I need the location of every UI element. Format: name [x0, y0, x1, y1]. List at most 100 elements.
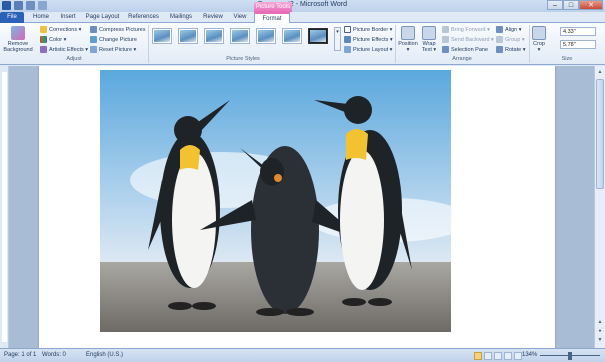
tab-review[interactable]: Review: [201, 12, 225, 23]
rotate-button[interactable]: Rotate ▾: [496, 46, 526, 53]
ribbon-tabs: File Home Insert Page Layout References …: [0, 12, 605, 23]
tab-home[interactable]: Home: [30, 12, 52, 23]
tab-mailings[interactable]: Mailings: [167, 12, 195, 23]
close-button[interactable]: ✕: [579, 0, 603, 10]
change-picture-label: Change Picture: [99, 36, 137, 43]
change-picture-button[interactable]: Change Picture: [90, 36, 137, 43]
remove-background-icon: [11, 26, 25, 40]
reset-picture-label: Reset Picture ▾: [99, 46, 137, 53]
height-field[interactable]: 4.33": [560, 27, 596, 36]
picture-style-2[interactable]: [178, 28, 198, 44]
send-backward-label: Send Backward ▾: [451, 36, 494, 43]
remove-background-button[interactable]: Remove Background: [2, 26, 34, 53]
zoom-slider-handle[interactable]: [568, 352, 572, 360]
rotate-label: Rotate ▾: [505, 46, 526, 53]
picture-border-button[interactable]: Picture Border ▾: [344, 26, 392, 33]
zoom-level[interactable]: 134%: [522, 352, 537, 358]
send-backward-icon: [442, 36, 449, 43]
corrections-button[interactable]: Corrections ▾: [40, 26, 81, 33]
tab-view[interactable]: View: [230, 12, 250, 23]
color-palette-icon: [40, 36, 47, 43]
color-button[interactable]: Color ▾: [40, 36, 66, 43]
size-group-label: Size: [561, 56, 573, 62]
arrange-group-label: Arrange: [452, 56, 472, 62]
outline-view-icon[interactable]: [504, 352, 512, 360]
position-button[interactable]: Position ▾: [397, 26, 419, 53]
picture-style-3[interactable]: [204, 28, 224, 44]
picture-style-5[interactable]: [256, 28, 276, 44]
crop-button[interactable]: Crop ▾: [531, 26, 547, 53]
rotate-icon: [496, 46, 503, 53]
document-page[interactable]: [39, 66, 555, 348]
wrap-text-label: Wrap Text ▾: [421, 41, 437, 53]
picture-border-icon: [344, 26, 351, 33]
width-icon: [551, 41, 558, 48]
height-icon: [551, 28, 558, 35]
bring-forward-button[interactable]: Bring Forward ▾: [442, 26, 490, 33]
selection-pane-label: Selection Pane: [451, 46, 488, 53]
bring-forward-icon: [442, 26, 449, 33]
web-layout-view-icon[interactable]: [494, 352, 502, 360]
penguins-picture[interactable]: [100, 70, 451, 332]
vertical-scrollbar[interactable]: ▲ ▲ ● ▼: [594, 66, 605, 348]
vertical-ruler: [0, 66, 9, 348]
maximize-button[interactable]: □: [563, 0, 579, 10]
print-layout-view-icon[interactable]: [474, 352, 482, 360]
wrap-text-icon: [422, 26, 436, 40]
adjust-group-label: Adjust: [66, 56, 82, 62]
status-bar: Page: 1 of 1 Words: 0 English (U.S.) 134…: [0, 348, 605, 362]
position-label: Position ▾: [398, 41, 418, 53]
sun-icon: [40, 26, 47, 33]
browse-object-icon[interactable]: ●: [596, 327, 604, 335]
picture-style-4[interactable]: [230, 28, 250, 44]
ruler-track: [2, 72, 7, 342]
send-backward-button[interactable]: Send Backward ▾: [442, 36, 494, 43]
title-bar: Document2 - Microsoft Word Picture Tools…: [0, 0, 605, 12]
compress-pictures-button[interactable]: Compress Pictures: [90, 26, 145, 33]
tab-file[interactable]: File: [0, 12, 24, 23]
selection-pane-button[interactable]: Selection Pane: [442, 46, 488, 53]
word-count[interactable]: Words: 0: [42, 352, 66, 358]
draft-view-icon[interactable]: [514, 352, 522, 360]
remove-background-label: Remove Background: [3, 41, 33, 53]
crop-label: Crop ▾: [533, 41, 545, 53]
group-button[interactable]: Group ▾: [496, 36, 525, 43]
align-button[interactable]: Align ▾: [496, 26, 522, 33]
picture-layout-button[interactable]: Picture Layout ▾: [344, 46, 392, 53]
scroll-thumb[interactable]: [596, 79, 604, 189]
width-field[interactable]: 5.78": [560, 40, 596, 49]
wrap-text-button[interactable]: Wrap Text ▾: [420, 26, 438, 53]
artistic-effects-label: Artistic Effects ▾: [49, 46, 89, 53]
reset-picture-button[interactable]: Reset Picture ▾: [90, 46, 136, 53]
picture-effects-icon: [344, 36, 351, 43]
picture-layout-icon: [344, 46, 351, 53]
prev-page-icon[interactable]: ▲: [596, 318, 604, 326]
full-screen-view-icon[interactable]: [484, 352, 492, 360]
tab-insert[interactable]: Insert: [57, 12, 79, 23]
tab-format[interactable]: Format: [254, 12, 290, 23]
corrections-label: Corrections ▾: [49, 26, 82, 33]
styles-gallery-more-button[interactable]: ▾: [334, 27, 341, 51]
group-label: Group ▾: [505, 36, 525, 43]
minimize-button[interactable]: –: [547, 0, 563, 10]
picture-tools-context-tab: Picture Tools: [254, 2, 292, 12]
picture-effects-button[interactable]: Picture Effects ▾: [344, 36, 393, 43]
picture-style-1[interactable]: [152, 28, 172, 44]
tab-page-layout[interactable]: Page Layout: [85, 12, 120, 23]
scroll-up-icon[interactable]: ▲: [596, 68, 604, 76]
window-title: Document2 - Microsoft Word: [258, 1, 347, 8]
page-count[interactable]: Page: 1 of 1: [4, 352, 36, 358]
crop-icon: [532, 26, 546, 40]
align-icon: [496, 26, 503, 33]
picture-style-6[interactable]: [282, 28, 302, 44]
picture-border-label: Picture Border ▾: [353, 26, 393, 33]
picture-style-7[interactable]: [308, 28, 328, 44]
ribbon: Remove Background Corrections ▾ Color ▾ …: [0, 23, 605, 65]
artistic-effects-button[interactable]: Artistic Effects ▾: [40, 46, 88, 53]
next-page-icon[interactable]: ▼: [596, 336, 604, 344]
tab-references[interactable]: References: [127, 12, 160, 23]
reset-picture-icon: [90, 46, 97, 53]
position-icon: [401, 26, 415, 40]
language-indicator[interactable]: English (U.S.): [86, 352, 123, 358]
change-picture-icon: [90, 36, 97, 43]
